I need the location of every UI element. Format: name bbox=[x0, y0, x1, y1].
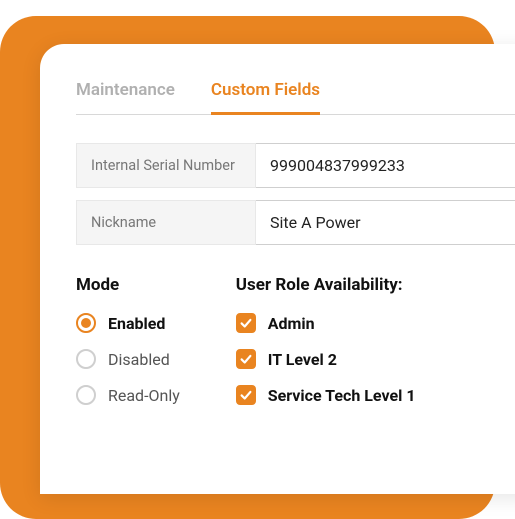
radio-disabled[interactable]: Disabled bbox=[76, 349, 180, 369]
roles-column: User Role Availability: Admin IT Level 2… bbox=[236, 275, 416, 421]
checkbox-label: IT Level 2 bbox=[268, 350, 337, 369]
roles-heading: User Role Availability: bbox=[236, 275, 416, 295]
label-nickname: Nickname bbox=[76, 200, 256, 245]
checkbox-label: Admin bbox=[268, 314, 315, 333]
row-nickname: Nickname bbox=[76, 200, 515, 245]
check-icon bbox=[236, 313, 256, 333]
radio-label: Read-Only bbox=[108, 386, 180, 405]
tab-bar: Maintenance Custom Fields bbox=[76, 80, 515, 115]
mode-heading: Mode bbox=[76, 275, 180, 295]
checkbox-admin[interactable]: Admin bbox=[236, 313, 416, 333]
label-internal-serial: Internal Serial Number bbox=[76, 143, 256, 188]
radio-icon bbox=[76, 349, 96, 369]
check-icon bbox=[236, 385, 256, 405]
radio-label: Disabled bbox=[108, 350, 170, 369]
tab-maintenance[interactable]: Maintenance bbox=[76, 80, 175, 114]
radio-readonly[interactable]: Read-Only bbox=[76, 385, 180, 405]
radio-label: Enabled bbox=[108, 314, 165, 333]
radio-icon bbox=[76, 385, 96, 405]
checkbox-service-tech-1[interactable]: Service Tech Level 1 bbox=[236, 385, 416, 405]
radio-icon bbox=[76, 313, 96, 333]
row-internal-serial: Internal Serial Number bbox=[76, 143, 515, 188]
mode-column: Mode Enabled Disabled Read-Only bbox=[76, 275, 180, 421]
radio-enabled[interactable]: Enabled bbox=[76, 313, 180, 333]
settings-card: Maintenance Custom Fields Internal Seria… bbox=[40, 44, 515, 494]
form-fields: Internal Serial Number Nickname bbox=[76, 143, 515, 245]
input-nickname[interactable] bbox=[256, 200, 515, 245]
check-icon bbox=[236, 349, 256, 369]
options-section: Mode Enabled Disabled Read-Only User Rol… bbox=[76, 275, 515, 421]
tab-custom-fields[interactable]: Custom Fields bbox=[211, 80, 320, 114]
checkbox-label: Service Tech Level 1 bbox=[268, 386, 416, 405]
checkbox-it-level-2[interactable]: IT Level 2 bbox=[236, 349, 416, 369]
input-internal-serial[interactable] bbox=[256, 143, 515, 188]
